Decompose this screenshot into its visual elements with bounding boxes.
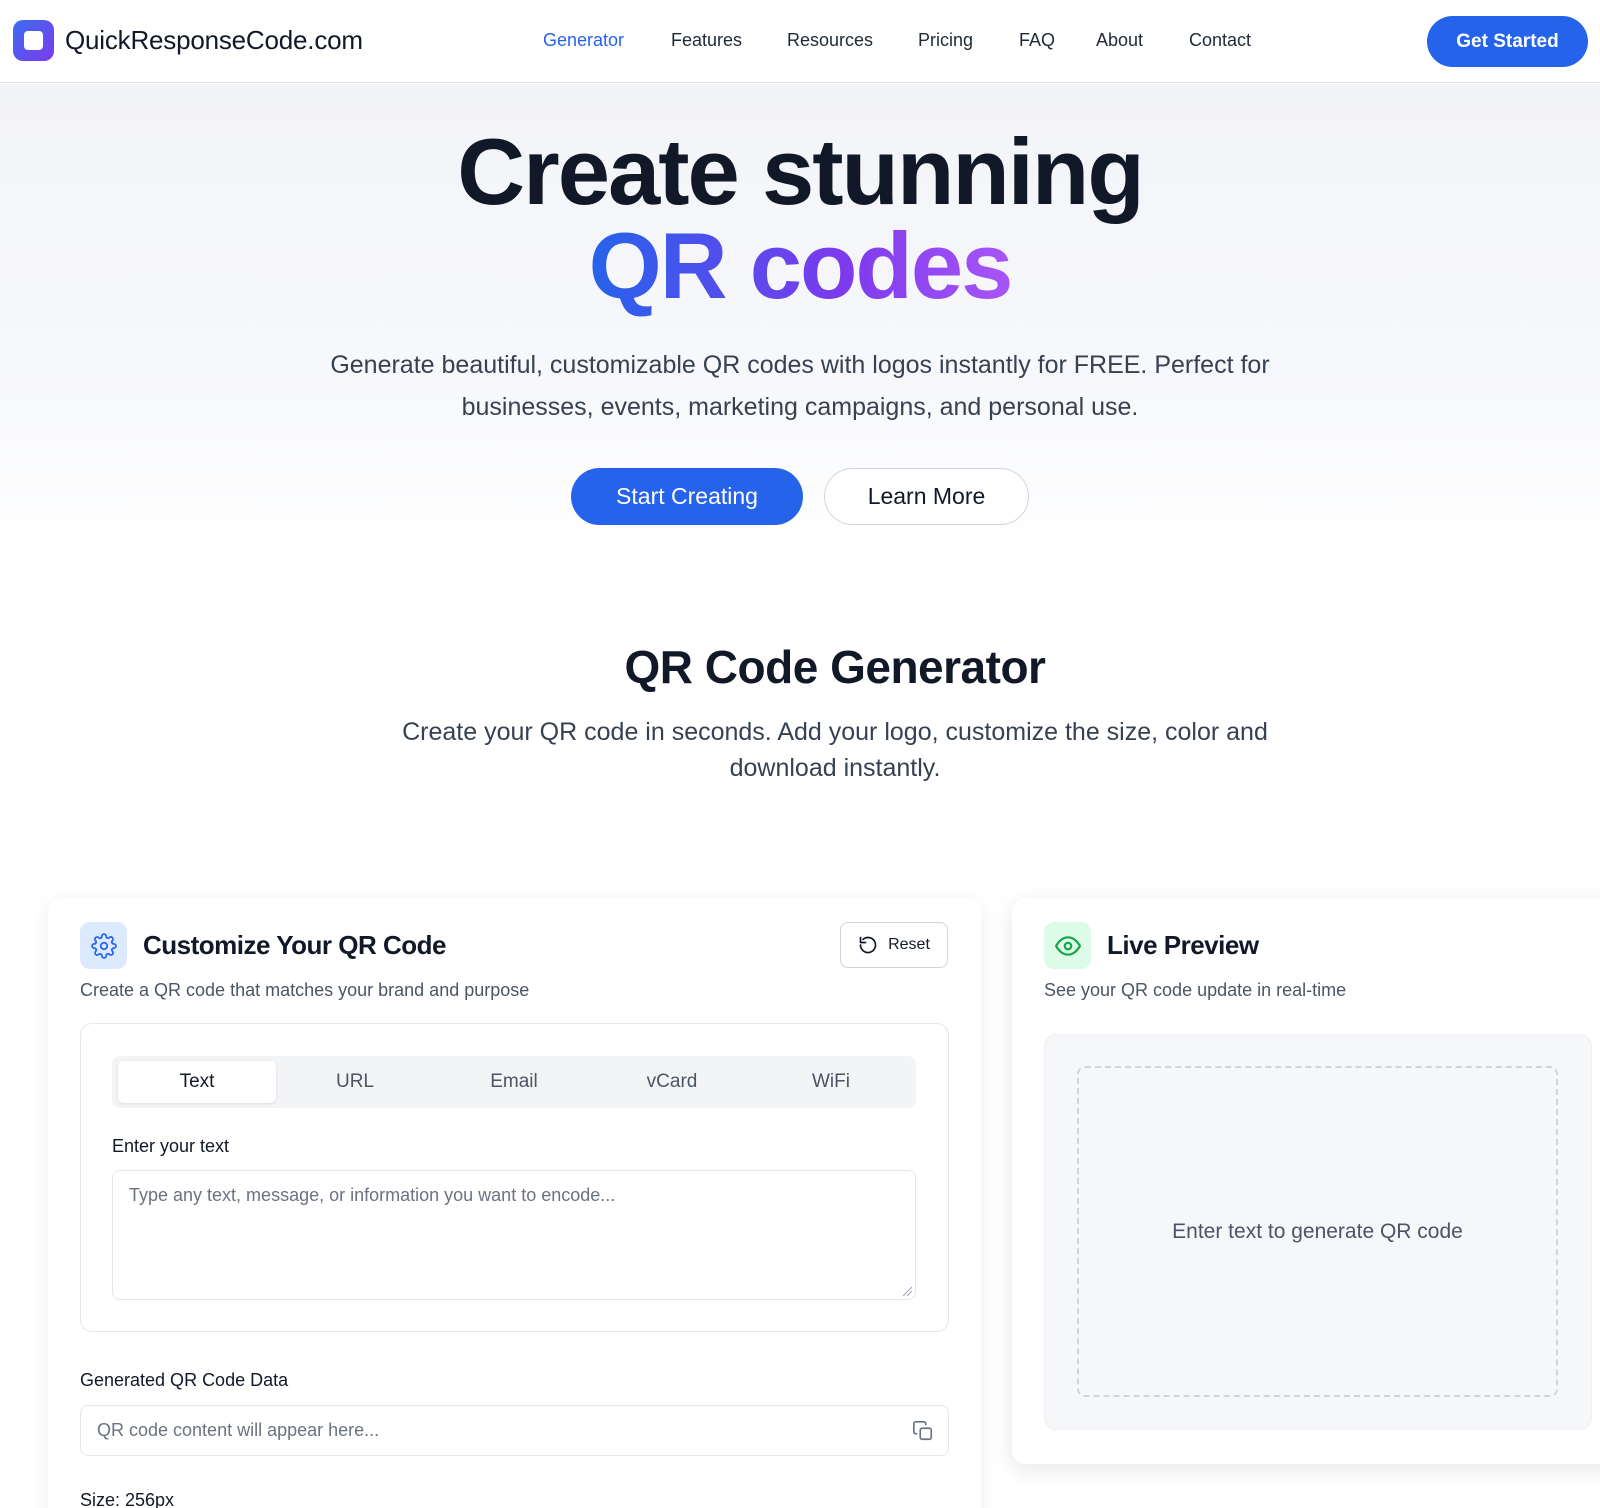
generator-subtitle: Create your QR code in seconds. Add your… [402,718,1268,782]
start-creating-button[interactable]: Start Creating [571,468,803,525]
reset-label: Reset [888,936,930,953]
tab-text[interactable]: Text [118,1061,276,1103]
reset-button[interactable]: Reset [840,922,948,968]
learn-more-button[interactable]: Learn More [824,468,1029,525]
brand-logo-icon[interactable] [13,20,54,61]
brand-name[interactable]: QuickResponseCode.com [65,25,363,56]
nav-item-about[interactable]: About [1096,30,1143,51]
nav-item-resources[interactable]: Resources [787,30,873,51]
copy-button[interactable] [910,1418,936,1444]
qr-data-label: Generated QR Code Data [80,1370,289,1390]
hero-title: Create stunning [457,119,1145,224]
nav-item-generator[interactable]: Generator [543,30,624,51]
gear-icon [80,922,127,969]
qr-preview-placeholder: Enter text to generate QR code [1077,1066,1558,1397]
get-started-button[interactable]: Get Started [1427,16,1588,67]
eye-icon [1044,922,1091,969]
tab-url[interactable]: URL [276,1061,434,1103]
hero-title-accent: QR codes [0,216,1600,316]
content-type-tabs: Text URL Email vCard WiFi [112,1056,916,1108]
customize-description: Create a QR code that matches your brand… [80,980,530,1000]
reset-icon [859,936,877,954]
tab-wifi[interactable]: WiFi [752,1061,910,1103]
customize-title: Customize Your QR Code [143,930,446,960]
resize-handle-icon[interactable] [901,1285,913,1297]
nav-item-contact[interactable]: Contact [1189,30,1251,51]
text-input[interactable] [112,1170,916,1300]
generator-title: QR Code Generator [624,641,1046,693]
site-header: QuickResponseCode.com Generator Features… [0,0,1600,83]
nav-item-pricing[interactable]: Pricing [918,30,973,51]
nav-item-faq[interactable]: FAQ [1019,30,1055,51]
nav-item-features[interactable]: Features [671,30,742,51]
hero-title-gradient-text: QR codes [588,213,1014,318]
live-preview-title: Live Preview [1107,930,1259,960]
tab-email[interactable]: Email [435,1061,593,1103]
qr-data-field[interactable] [80,1405,949,1456]
tab-vcard[interactable]: vCard [593,1061,751,1103]
text-field-label: Enter your text [112,1136,230,1156]
preview-empty-message: Enter text to generate QR code [1172,1219,1463,1243]
copy-icon [913,1421,933,1441]
hero-subtitle: Generate beautiful, customizable QR code… [330,351,1270,421]
live-preview-description: See your QR code update in real-time [1044,980,1347,1000]
size-label: Size: 256px [80,1490,175,1508]
